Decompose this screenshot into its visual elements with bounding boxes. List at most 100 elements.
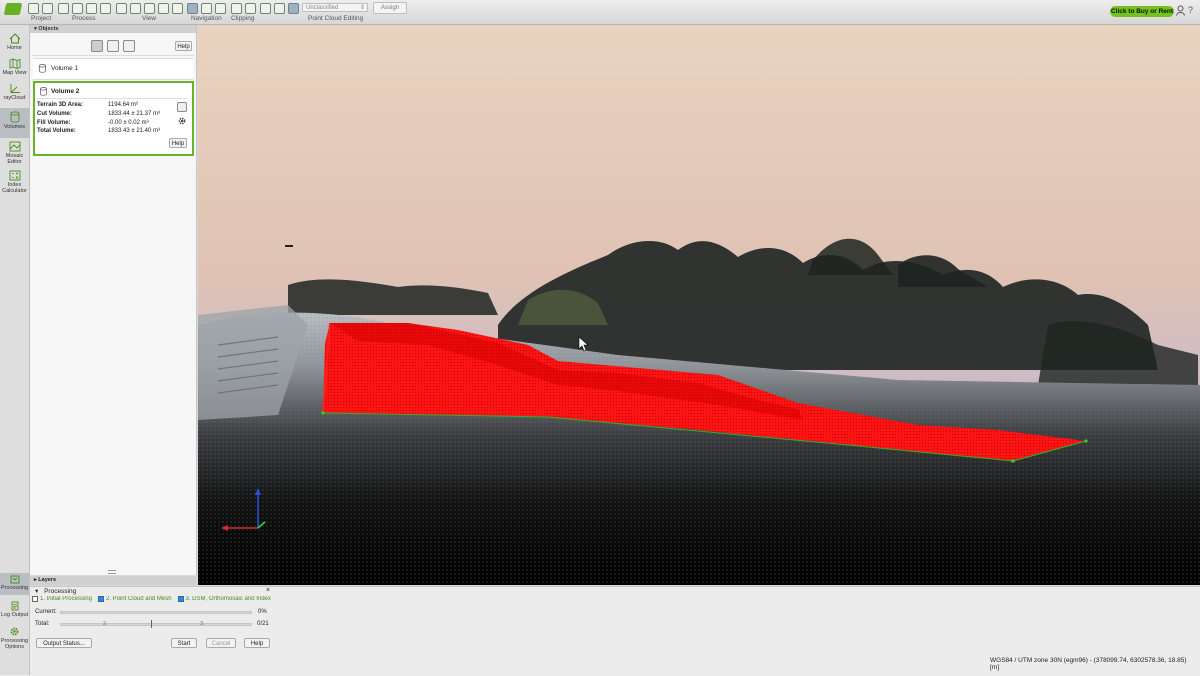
current-label: Current: bbox=[35, 609, 57, 615]
process-copy-icon[interactable] bbox=[72, 3, 83, 14]
objects-title: Objects bbox=[38, 26, 59, 32]
total-progress-bar bbox=[60, 623, 252, 626]
volume-1-name: Volume 1 bbox=[51, 65, 79, 72]
edit-select-icon[interactable] bbox=[274, 3, 285, 14]
navigation-trackball-icon[interactable] bbox=[187, 3, 198, 14]
terrain-area-label: Terrain 3D Area: bbox=[37, 102, 84, 108]
volumes-icon bbox=[10, 111, 19, 123]
processing-panel: ▾ Processing × 1. Initial Processing 2. … bbox=[30, 587, 272, 650]
process-document-icon[interactable] bbox=[58, 3, 69, 14]
total-marker-2: 2. bbox=[103, 621, 108, 627]
view-cross-icon[interactable] bbox=[158, 3, 169, 14]
sidebar-item-volumes[interactable]: Volumes bbox=[0, 108, 29, 138]
panel-resize-handle[interactable] bbox=[108, 570, 116, 574]
point-cloud-scene bbox=[198, 25, 1200, 585]
group-label-view: View bbox=[142, 15, 156, 22]
pix4d-logo-icon bbox=[3, 3, 23, 15]
gear-icon bbox=[10, 627, 19, 636]
process-folder-icon[interactable] bbox=[86, 3, 97, 14]
cut-volume-label: Cut Volume: bbox=[37, 111, 72, 117]
sidebar-item-label: rayCloud bbox=[3, 95, 26, 101]
processing-header[interactable]: ▾ Processing bbox=[35, 587, 76, 595]
volume-help-button[interactable]: Help bbox=[169, 138, 187, 148]
volume-1-item[interactable]: Volume 1 bbox=[33, 58, 193, 80]
volume-2-item[interactable]: Volume 2 Terrain 3D Area: 1194.64 m² Cut… bbox=[33, 81, 194, 156]
current-progress-bar bbox=[60, 611, 252, 614]
sidebar-item-label: Mosaic Editor bbox=[5, 153, 24, 165]
edit-lasso-icon[interactable] bbox=[288, 3, 299, 14]
total-marker-3: 3. bbox=[200, 621, 205, 627]
sidebar-item-mosaic-editor[interactable]: Mosaic Editor bbox=[0, 138, 29, 166]
copy-volume-icon[interactable] bbox=[177, 102, 187, 112]
import-volume-icon[interactable] bbox=[107, 40, 119, 52]
close-icon[interactable]: × bbox=[266, 587, 270, 594]
group-label-process: Process bbox=[72, 15, 96, 22]
index-calculator-icon bbox=[9, 170, 20, 181]
sidebar-item-label: Processing bbox=[0, 585, 29, 591]
sidebar-item-log-output[interactable]: Log Output bbox=[0, 599, 29, 621]
clipping-box-icon[interactable] bbox=[231, 3, 242, 14]
step-3-label: 3. DSM, Orthomosaic and Index bbox=[185, 596, 271, 603]
fill-volume-label: Fill Volume: bbox=[37, 120, 71, 126]
assign-button[interactable]: Assign bbox=[373, 2, 407, 14]
zoom-out-icon[interactable] bbox=[130, 3, 141, 14]
mosaic-icon bbox=[9, 141, 20, 152]
collapse-arrow-icon: ▾ bbox=[35, 588, 41, 595]
user-icon[interactable] bbox=[1176, 5, 1185, 16]
bottom-sidebar: Processing Log Output Processing Options bbox=[0, 573, 30, 675]
step-2-checkbox[interactable] bbox=[97, 596, 104, 603]
main-toolbar: Unclassified ⇕ Assign Project Process Vi… bbox=[0, 0, 1200, 25]
terrain-area-value: 1194.64 m² bbox=[108, 102, 138, 108]
volume-cylinder-icon bbox=[40, 87, 47, 96]
cut-volume-value: 1833.44 ± 21.37 m³ bbox=[108, 111, 160, 117]
gear-icon[interactable] bbox=[177, 116, 187, 126]
view-point-icon[interactable] bbox=[172, 3, 183, 14]
sidebar-item-home[interactable]: Home bbox=[0, 30, 29, 58]
processing-help-button[interactable]: Help bbox=[244, 638, 270, 648]
objects-panel-header[interactable]: ▾ Objects bbox=[30, 25, 196, 33]
zoom-in-icon[interactable] bbox=[116, 3, 127, 14]
project-gcp-icon[interactable] bbox=[42, 3, 53, 14]
sidebar-item-index-calculator[interactable]: Index Calculator bbox=[0, 167, 29, 195]
group-label-clipping: Clipping bbox=[231, 15, 255, 22]
group-label-point-cloud-editing: Point Cloud Editing bbox=[308, 15, 364, 22]
export-volume-icon[interactable] bbox=[123, 40, 135, 52]
navigation-first-person-icon[interactable] bbox=[201, 3, 212, 14]
step-1-checkbox[interactable] bbox=[32, 596, 38, 603]
total-value: 0/21 bbox=[257, 621, 269, 627]
sidebar-item-label: Index Calculator bbox=[2, 182, 27, 194]
step-1-label: 1. Initial Processing bbox=[39, 596, 92, 603]
layers-panel-header[interactable]: ▸ Layers bbox=[30, 576, 196, 585]
classification-select[interactable]: Unclassified ⇕ bbox=[302, 3, 368, 12]
updown-icon: ⇕ bbox=[359, 5, 365, 11]
sidebar-item-raycloud[interactable]: rayCloud bbox=[0, 80, 29, 108]
processing-steps: 1. Initial Processing 2. Point Cloud and… bbox=[32, 596, 272, 603]
zoom-extent-icon[interactable] bbox=[144, 3, 155, 14]
start-button[interactable]: Start bbox=[171, 638, 197, 648]
buy-or-rent-button[interactable]: Click to Buy or Rent bbox=[1110, 6, 1174, 17]
navigation-back-icon[interactable] bbox=[215, 3, 226, 14]
sidebar-item-label: Home bbox=[7, 45, 22, 51]
divider bbox=[32, 55, 194, 56]
volume-2-name: Volume 2 bbox=[51, 88, 80, 95]
new-volume-icon[interactable] bbox=[91, 40, 103, 52]
sidebar-item-processing[interactable]: Processing bbox=[0, 573, 29, 595]
raycloud-icon bbox=[10, 84, 20, 93]
raycloud-3d-viewport[interactable] bbox=[198, 25, 1200, 585]
cancel-button[interactable]: Cancel bbox=[206, 638, 236, 648]
process-export-icon[interactable] bbox=[100, 3, 111, 14]
processing-icon bbox=[10, 575, 19, 584]
project-open-icon[interactable] bbox=[28, 3, 39, 14]
help-icon[interactable]: ? bbox=[1188, 5, 1198, 16]
output-status-button[interactable]: Output Status... bbox=[36, 638, 92, 648]
sidebar-item-map-view[interactable]: Map View bbox=[0, 55, 29, 83]
clipping-edit-icon[interactable] bbox=[245, 3, 256, 14]
processing-title: Processing bbox=[44, 588, 77, 595]
sidebar-item-label: Processing Options bbox=[0, 638, 29, 650]
step-3-checkbox[interactable] bbox=[177, 596, 184, 603]
objects-help-button[interactable]: Help bbox=[175, 41, 192, 51]
left-sidebar: Home Map View rayCloud Volumes Mosaic Ed… bbox=[0, 25, 30, 585]
edit-pencil-icon[interactable] bbox=[260, 3, 271, 14]
sidebar-item-processing-options[interactable]: Processing Options bbox=[0, 625, 29, 651]
total-marker-line bbox=[151, 620, 152, 628]
